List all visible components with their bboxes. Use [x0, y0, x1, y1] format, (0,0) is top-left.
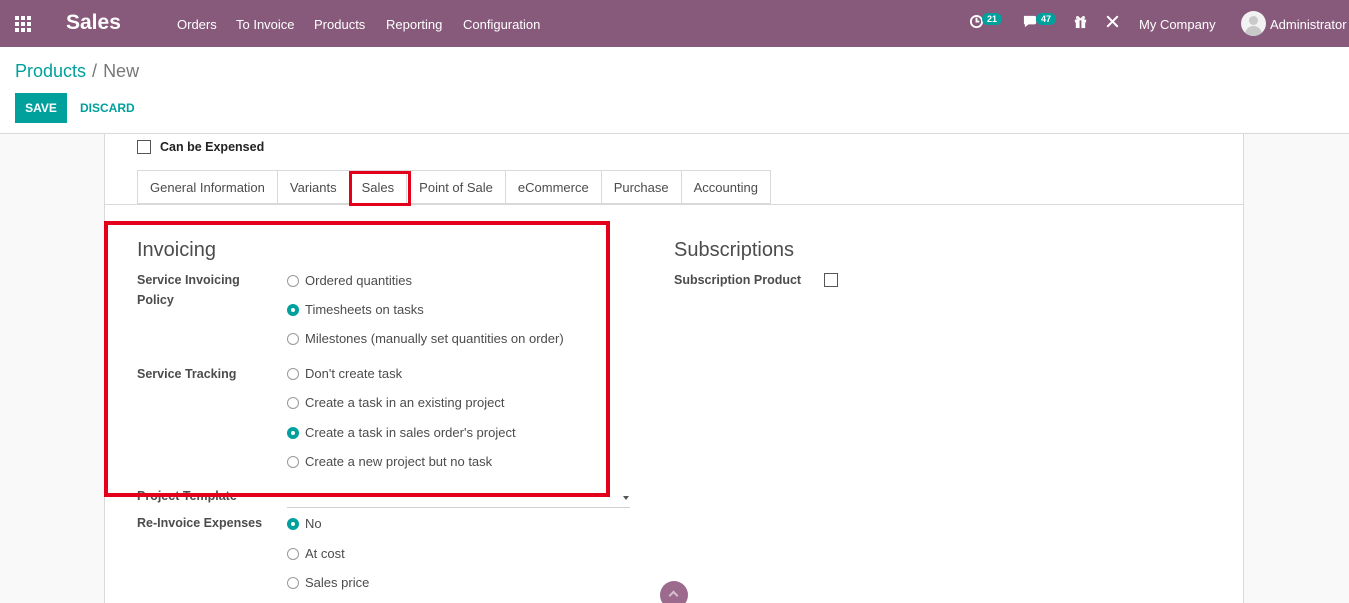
form-sheet: Can be Expensed General Information Vari…: [104, 134, 1244, 603]
breadcrumb-current: New: [103, 61, 140, 81]
gift-icon[interactable]: [1073, 14, 1088, 33]
project-template-select[interactable]: [287, 488, 630, 508]
radio-button[interactable]: [287, 332, 299, 345]
tab-purchase[interactable]: Purchase: [600, 170, 681, 204]
radio-milestones[interactable]: Milestones (manually set quantities on o…: [287, 331, 564, 346]
radio-button[interactable]: [287, 367, 299, 380]
radio-dont-create-task[interactable]: Don't create task: [287, 366, 402, 381]
radio-button-checked[interactable]: [287, 517, 299, 530]
notebook-tabs: General Information Variants Sales Point…: [137, 170, 771, 204]
tab-general-information[interactable]: General Information: [137, 170, 277, 204]
breadcrumb-products-link[interactable]: Products: [15, 61, 86, 81]
breadcrumb-separator: /: [92, 61, 98, 81]
service-tracking-label: Service Tracking: [137, 367, 237, 381]
user-menu[interactable]: Administrator: [1270, 17, 1347, 32]
apps-grid-icon[interactable]: [15, 16, 33, 32]
app-title: Sales: [66, 11, 121, 34]
service-invoicing-policy-label: Service Invoicing Policy: [137, 273, 240, 307]
project-template-label: Project Template: [137, 489, 237, 503]
user-avatar[interactable]: [1241, 11, 1266, 36]
top-navbar: Sales Orders To Invoice Products Reporti…: [0, 0, 1349, 47]
radio-new-project-no-task[interactable]: Create a new project but no task: [287, 454, 492, 469]
chevron-up-icon: [668, 590, 679, 601]
radio-reinvoice-sales-price[interactable]: Sales price: [287, 575, 369, 590]
radio-reinvoice-at-cost[interactable]: At cost: [287, 546, 345, 561]
radio-button[interactable]: [287, 547, 299, 560]
control-panel: Products / New Save Discard: [0, 47, 1349, 134]
scroll-to-top-button[interactable]: [660, 581, 688, 603]
tabs-divider: [105, 204, 1243, 205]
tab-variants[interactable]: Variants: [276, 170, 349, 204]
tab-point-of-sale[interactable]: Point of Sale: [406, 170, 505, 204]
radio-button[interactable]: [287, 576, 299, 589]
invoicing-section-title: Invoicing: [137, 239, 216, 261]
caret-down-icon: [623, 496, 629, 500]
radio-task-sales-order-project[interactable]: Create a task in sales order's project: [287, 425, 516, 440]
discard-button[interactable]: Discard: [73, 93, 142, 123]
radio-button[interactable]: [287, 396, 299, 409]
reinvoice-expenses-label: Re-Invoice Expenses: [137, 516, 263, 530]
company-switcher[interactable]: My Company: [1139, 17, 1216, 32]
radio-button-checked[interactable]: [287, 303, 299, 316]
subscription-product-checkbox[interactable]: [824, 273, 838, 287]
tools-icon[interactable]: [1105, 14, 1120, 33]
save-button[interactable]: Save: [15, 93, 67, 123]
menu-reporting[interactable]: Reporting: [386, 17, 442, 32]
breadcrumb: Products / New: [15, 61, 139, 82]
radio-reinvoice-no[interactable]: No: [287, 516, 322, 531]
subscription-product-label: Subscription Product: [674, 273, 802, 287]
subscriptions-section-title: Subscriptions: [674, 239, 795, 261]
can-be-expensed-checkbox[interactable]: [137, 140, 151, 154]
can-be-expensed-label: Can be Expensed: [160, 140, 265, 154]
menu-orders[interactable]: Orders: [177, 17, 217, 32]
menu-to-invoice[interactable]: To Invoice: [236, 17, 295, 32]
tab-accounting[interactable]: Accounting: [680, 170, 771, 204]
tab-ecommerce[interactable]: eCommerce: [504, 170, 601, 204]
radio-ordered-quantities[interactable]: Ordered quantities: [287, 273, 412, 288]
radio-timesheets-on-tasks[interactable]: Timesheets on tasks: [287, 302, 424, 317]
radio-button[interactable]: [287, 455, 299, 468]
radio-button[interactable]: [287, 274, 299, 287]
messages-count-badge: 47: [1036, 13, 1057, 25]
radio-task-existing-project[interactable]: Create a task in an existing project: [287, 395, 504, 410]
menu-configuration[interactable]: Configuration: [463, 17, 540, 32]
menu-products[interactable]: Products: [314, 17, 365, 32]
activity-count-badge: 21: [982, 13, 1003, 25]
tab-sales[interactable]: Sales: [348, 170, 407, 204]
radio-button-checked[interactable]: [287, 426, 299, 439]
